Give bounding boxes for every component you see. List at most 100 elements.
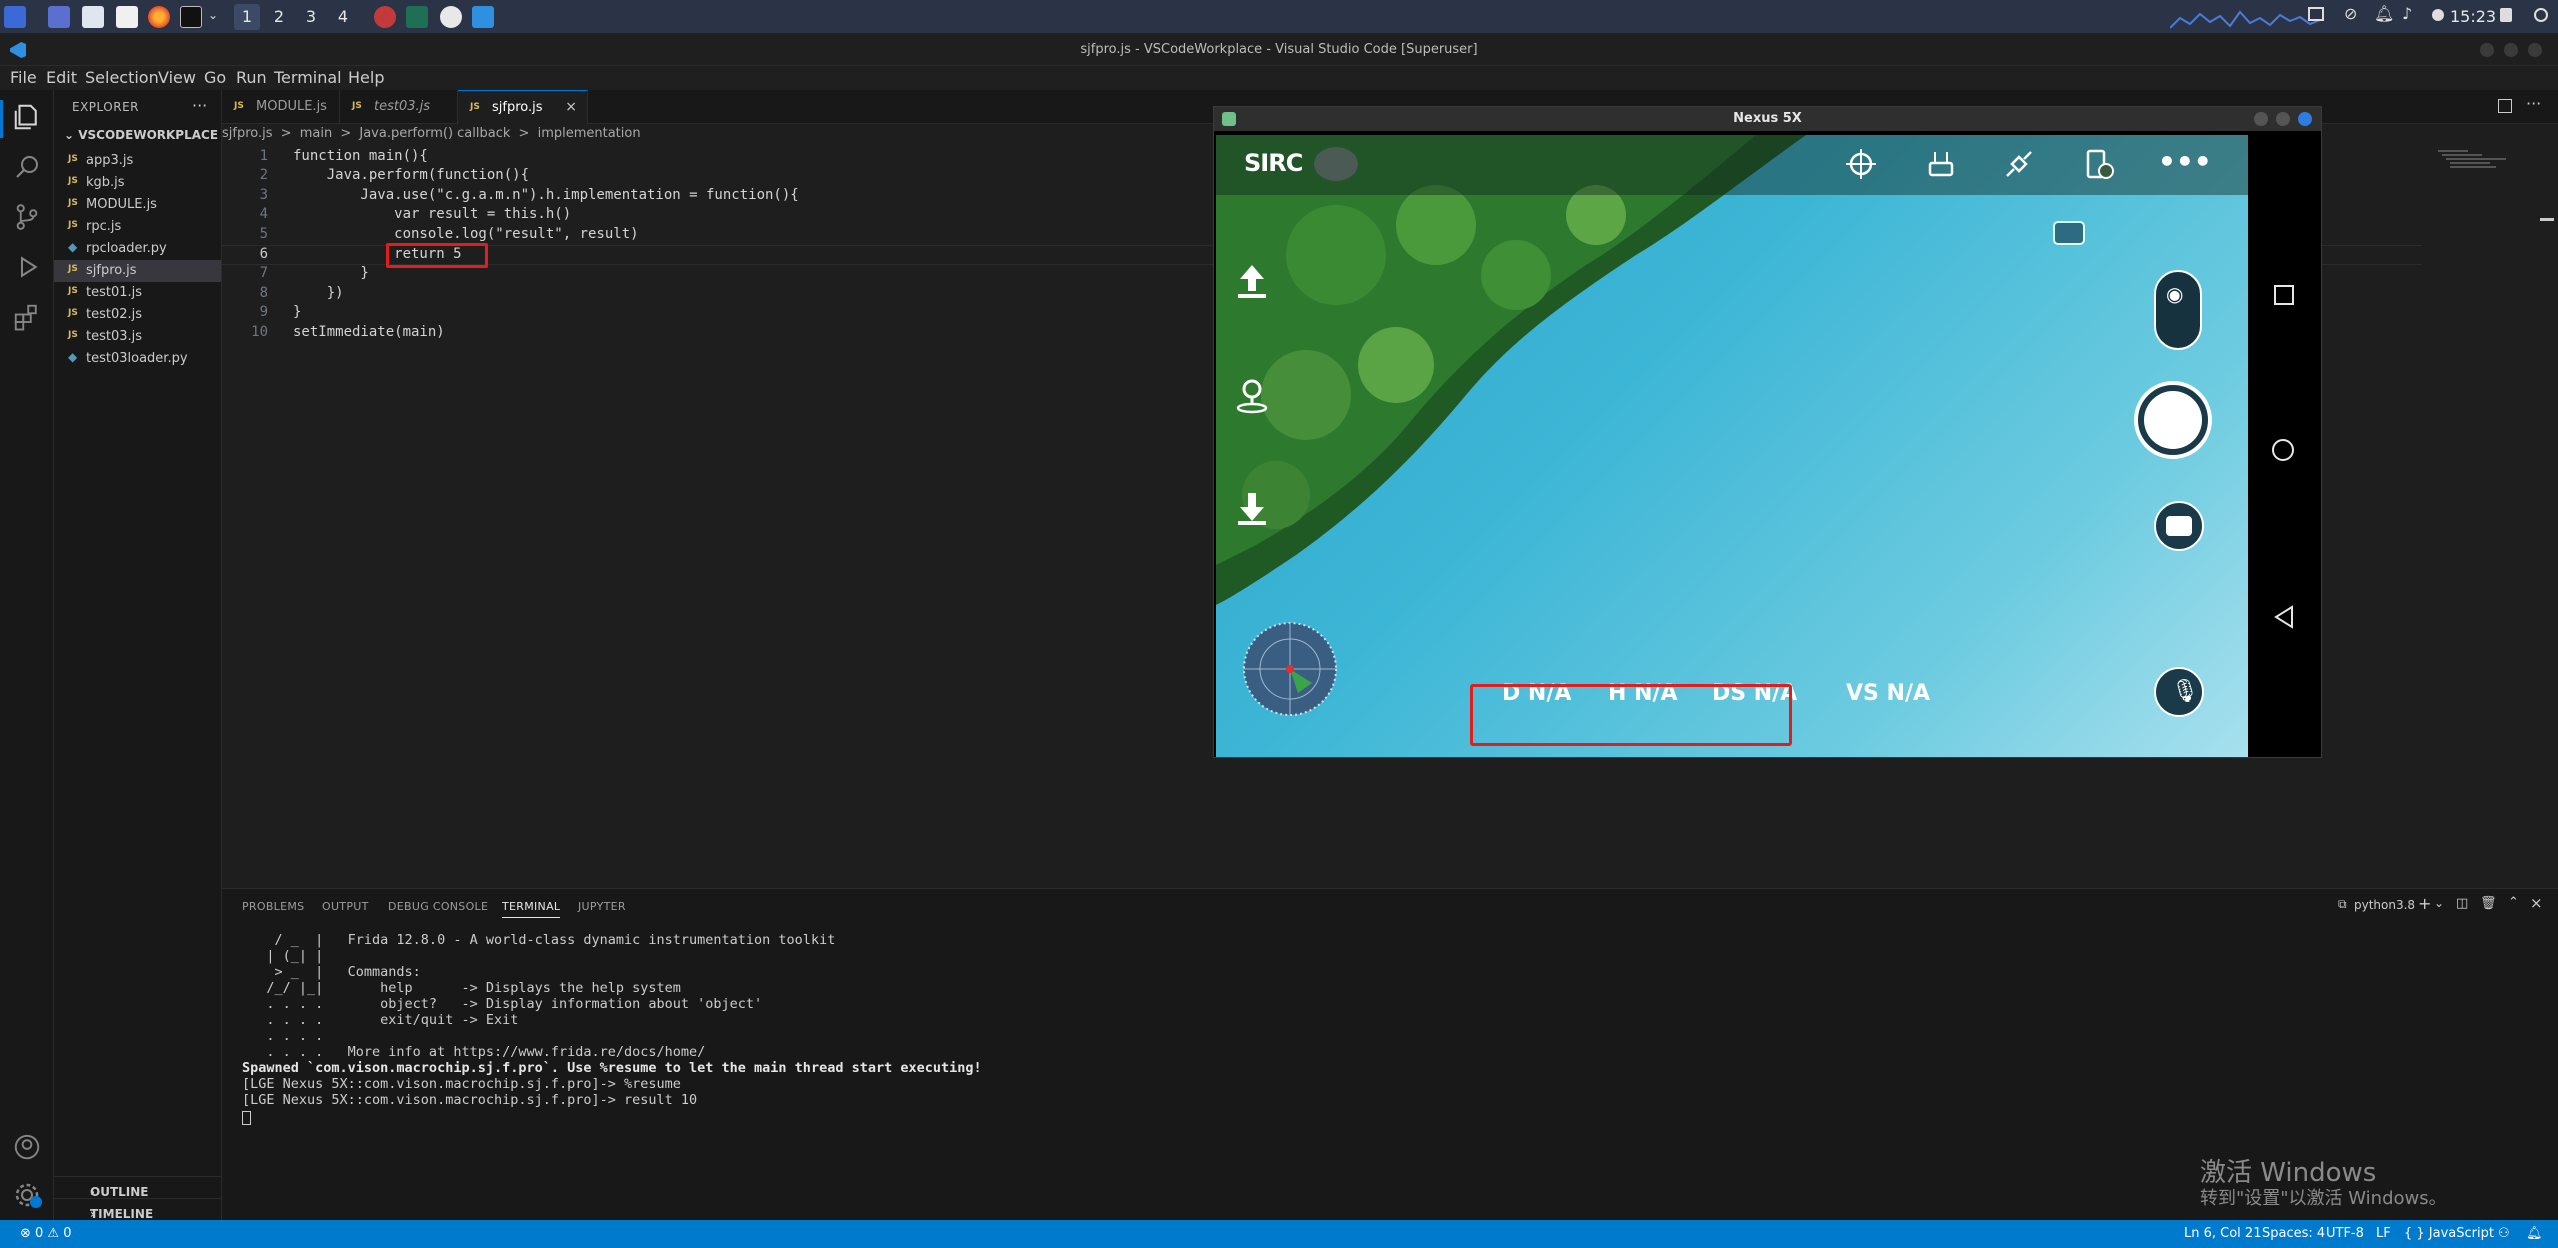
emulator-titlebar[interactable]: Nexus 5X xyxy=(1214,107,2321,131)
tab-sjfpro[interactable]: JS sjfpro.js × xyxy=(458,90,588,124)
encoding-status[interactable]: UTF-8 xyxy=(2326,1226,2364,1241)
desktop-icon[interactable] xyxy=(48,6,70,28)
remote-controller-icon[interactable] xyxy=(1926,149,1956,179)
more-menu-icon[interactable]: ••• xyxy=(2158,145,2212,178)
split-terminal-icon[interactable]: ◫ xyxy=(2456,896,2468,911)
emulator-close-button[interactable] xyxy=(2298,112,2312,126)
menu-run[interactable]: Run xyxy=(236,68,267,87)
back-button[interactable] xyxy=(2272,605,2296,629)
search-icon[interactable] xyxy=(12,152,42,182)
emulator-maximize-button[interactable] xyxy=(2276,112,2290,126)
satellite-icon[interactable] xyxy=(2004,149,2034,179)
tab-output[interactable]: OUTPUT xyxy=(322,900,369,913)
maximize-panel-icon[interactable]: ⌃ xyxy=(2508,895,2519,910)
language-mode[interactable]: { } JavaScript xyxy=(2404,1226,2494,1241)
menu-file[interactable]: File xyxy=(10,68,37,87)
file-module[interactable]: JS MODULE.js xyxy=(54,194,221,216)
tab-problems[interactable]: PROBLEMS xyxy=(242,900,304,913)
bell-icon[interactable]: 🔔︎ xyxy=(2374,4,2394,23)
breadcrumb-file[interactable]: sjfpro.js xyxy=(222,126,273,141)
workspace-folder[interactable]: ⌄ VSCODEWORKPLACE xyxy=(64,128,218,142)
tab-module[interactable]: JS MODULE.js xyxy=(222,90,340,124)
workspace-2[interactable]: 2 xyxy=(266,4,292,30)
text-editor-icon[interactable] xyxy=(116,6,138,28)
battery-timer-icon[interactable] xyxy=(2082,147,2116,181)
tab-jupyter[interactable]: JUPYTER xyxy=(578,900,626,913)
file-sjfpro[interactable]: JS sjfpro.js xyxy=(54,260,221,282)
phone-screen[interactable]: SIRC ••• ◉ 🎙︎ D N/A H N/A DS N/A VS N/A xyxy=(1216,135,2248,757)
file-test03[interactable]: JS test03.js xyxy=(54,326,221,348)
split-editor-icon[interactable] xyxy=(2498,99,2512,113)
launcher-dropdown-icon[interactable]: ⌄ xyxy=(208,8,218,22)
video-record-button[interactable] xyxy=(2154,501,2204,551)
gallery-icon[interactable] xyxy=(2053,221,2085,245)
menu-view[interactable]: View xyxy=(158,68,196,87)
file-rpc[interactable]: JS rpc.js xyxy=(54,216,221,238)
extensions-icon[interactable] xyxy=(12,302,42,332)
outline-section[interactable]: › OUTLINE xyxy=(54,1176,221,1199)
terminal-icon[interactable] xyxy=(180,6,202,28)
breadcrumb-callback[interactable]: Java.perform() callback xyxy=(359,126,510,141)
emulator-minimize-button[interactable] xyxy=(2254,112,2268,126)
workspace-4[interactable]: 4 xyxy=(330,4,356,30)
clock-time[interactable]: 15:23 xyxy=(2450,7,2496,26)
feedback-icon[interactable]: ⚇ xyxy=(2498,1226,2510,1241)
file-rpcloader[interactable]: ◆ rpcloader.py xyxy=(54,238,221,260)
return-home-icon[interactable] xyxy=(1232,375,1272,415)
file-manager-icon[interactable] xyxy=(82,6,104,28)
breadcrumb-implementation[interactable]: implementation xyxy=(538,126,641,141)
run-debug-icon[interactable] xyxy=(12,252,42,282)
speaker-icon[interactable]: ♪ xyxy=(2402,4,2412,23)
network-off-icon[interactable]: ⊘ xyxy=(2344,4,2357,23)
timeline-section[interactable]: › TIMELINE xyxy=(54,1198,221,1221)
notifications-icon[interactable]: 🔔︎ xyxy=(2526,1226,2543,1241)
trash-icon[interactable]: 🗑︎ xyxy=(2480,896,2497,911)
tab-debug-console[interactable]: DEBUG CONSOLE xyxy=(388,900,488,913)
taskbar-vscode-icon[interactable] xyxy=(472,6,494,28)
workspace-3[interactable]: 3 xyxy=(298,4,324,30)
power-icon[interactable] xyxy=(2534,8,2548,22)
more-actions-icon[interactable]: ··· xyxy=(2526,94,2541,113)
menu-selection[interactable]: Selection xyxy=(85,68,159,87)
explorer-files-icon[interactable] xyxy=(12,102,42,132)
taskbar-settings-icon[interactable] xyxy=(440,6,462,28)
gps-icon[interactable] xyxy=(1846,149,1876,179)
file-test02[interactable]: JS test02.js xyxy=(54,304,221,326)
cursor-position[interactable]: Ln 6, Col 21 xyxy=(2184,1226,2261,1241)
explorer-more-icon[interactable]: ··· xyxy=(192,96,207,115)
taskbar-app-icon[interactable] xyxy=(374,6,396,28)
home-button[interactable] xyxy=(2272,439,2294,461)
menu-terminal[interactable]: Terminal xyxy=(274,68,342,87)
screen-icon[interactable] xyxy=(2308,7,2324,21)
firefox-icon[interactable] xyxy=(148,6,170,28)
file-kgb[interactable]: JS kgb.js xyxy=(54,172,221,194)
eol-status[interactable]: LF xyxy=(2376,1226,2391,1241)
terminal-dropdown-icon[interactable]: ⌄ xyxy=(2434,896,2444,910)
file-test03loader[interactable]: ◆ test03loader.py xyxy=(54,348,221,370)
menu-help[interactable]: Help xyxy=(348,68,384,87)
shutter-button[interactable] xyxy=(2134,381,2212,459)
indentation-status[interactable]: Spaces: 4 xyxy=(2262,1226,2325,1241)
file-test01[interactable]: JS test01.js xyxy=(54,282,221,304)
account-icon[interactable] xyxy=(12,1132,42,1162)
terminal-name[interactable]: python3.8 xyxy=(2354,898,2415,912)
takeoff-icon[interactable] xyxy=(1232,261,1272,301)
workspace-1[interactable]: 1 xyxy=(234,4,260,30)
problems-status[interactable]: ⊗ 0 ⚠ 0 xyxy=(20,1226,72,1241)
close-window-button[interactable] xyxy=(2528,43,2542,57)
start-menu-icon[interactable] xyxy=(4,6,26,28)
tab-test03[interactable]: JS test03.js xyxy=(340,90,458,124)
close-tab-icon[interactable]: × xyxy=(565,99,577,115)
minimap[interactable] xyxy=(2428,148,2548,208)
maximize-button[interactable] xyxy=(2504,43,2518,57)
menu-edit[interactable]: Edit xyxy=(46,68,77,87)
menu-go[interactable]: Go xyxy=(204,68,226,87)
taskbar-android-icon[interactable] xyxy=(406,6,428,28)
voice-button[interactable]: 🎙︎ xyxy=(2154,667,2204,717)
source-control-icon[interactable] xyxy=(12,202,42,232)
close-panel-icon[interactable]: × xyxy=(2530,894,2543,912)
file-app3[interactable]: JS app3.js xyxy=(54,150,221,172)
minimize-button[interactable] xyxy=(2480,43,2494,57)
tab-terminal[interactable]: TERMINAL xyxy=(502,900,561,918)
camera-switch-button[interactable]: ◉ xyxy=(2154,270,2202,350)
